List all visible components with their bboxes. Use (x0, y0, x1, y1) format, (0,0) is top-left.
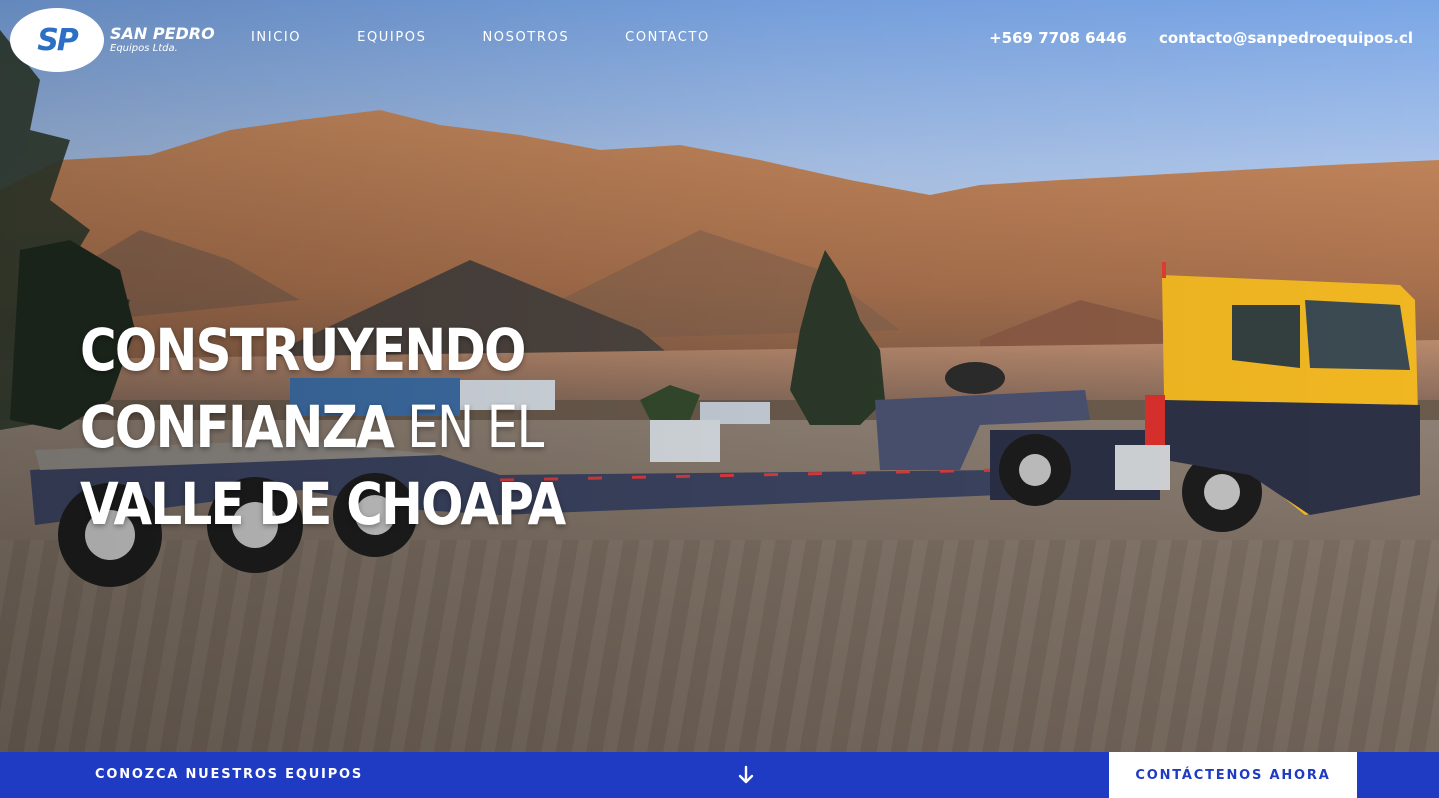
phone-link[interactable]: +569 7708 6446 (989, 29, 1127, 47)
bottom-action-bar: CONOZCA NUESTROS EQUIPOS CONTÁCTENOS AHO… (0, 752, 1439, 798)
arrow-down-icon[interactable] (737, 764, 755, 786)
site-header: SP SAN PEDRO Equipos Ltda. INICIO EQUIPO… (0, 0, 1439, 80)
email-link[interactable]: contacto@sanpedroequipos.cl (1159, 29, 1413, 47)
nav-item-nosotros[interactable]: NOSOTROS (482, 30, 569, 50)
nav-item-equipos[interactable]: EQUIPOS (357, 30, 426, 50)
logo-wordmark: SAN PEDRO Equipos Ltda. (110, 25, 215, 55)
nav-item-inicio[interactable]: INICIO (251, 30, 301, 50)
brand-tagline: Equipos Ltda. (110, 43, 178, 54)
brand-logo[interactable]: SP SAN PEDRO Equipos Ltda. (10, 8, 215, 72)
headline-line-2: CONFIANZA EN EL (80, 389, 562, 466)
main-nav: INICIO EQUIPOS NOSOTROS CONTACTO (251, 30, 766, 50)
hero-headline: CONSTRUYENDO CONFIANZA EN EL VALLE DE CH… (80, 312, 640, 543)
headline-light-words: EN EL (393, 393, 544, 461)
nav-item-contacto[interactable]: CONTACTO (625, 30, 710, 50)
headline-line-1: CONSTRUYENDO (80, 316, 526, 384)
brand-name: SAN PEDRO (110, 24, 215, 43)
headline-bold-word: CONFIANZA (80, 393, 395, 461)
headline-line-3: VALLE DE CHOAPA (80, 470, 566, 538)
logo-mark: SP (37, 22, 79, 58)
logo-badge: SP (10, 8, 104, 72)
header-contact: +569 7708 6446 contacto@sanpedroequipos.… (989, 29, 1413, 47)
contact-now-button[interactable]: CONTÁCTENOS AHORA (1109, 752, 1357, 798)
explore-equipment-link[interactable]: CONOZCA NUESTROS EQUIPOS (95, 767, 363, 782)
